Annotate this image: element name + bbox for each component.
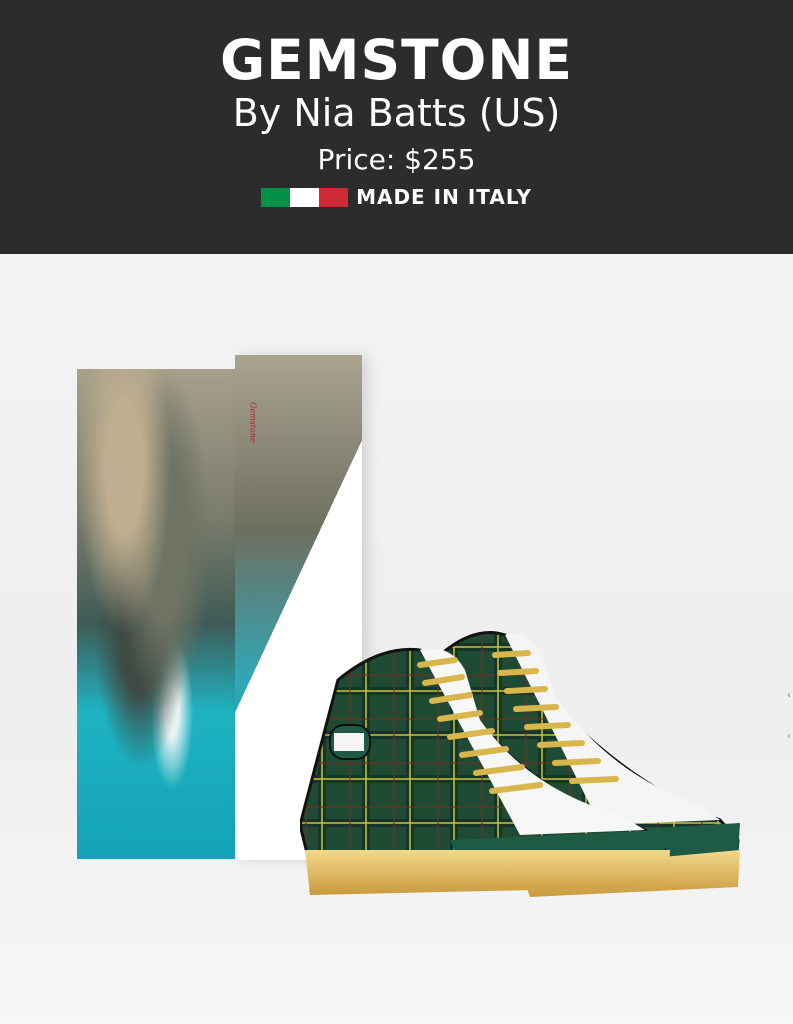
product-title: GEMSTONE: [220, 28, 573, 92]
product-header: GEMSTONE By Nia Batts (US) Price: $255 M…: [0, 0, 793, 254]
box-front-panel: [77, 369, 235, 859]
sneaker-pair: [300, 631, 740, 897]
price-label: Price: $255: [317, 143, 476, 176]
box-brand-label: Gemstone: [248, 402, 258, 443]
made-in-row: MADE IN ITALY: [0, 184, 793, 210]
chevron-left-icon[interactable]: ‹: [787, 731, 793, 742]
chevron-left-icon[interactable]: ‹: [787, 690, 793, 701]
made-in-label: MADE IN ITALY: [356, 185, 532, 209]
italy-flag-icon: [261, 187, 349, 207]
designer-byline: By Nia Batts (US): [232, 91, 561, 135]
